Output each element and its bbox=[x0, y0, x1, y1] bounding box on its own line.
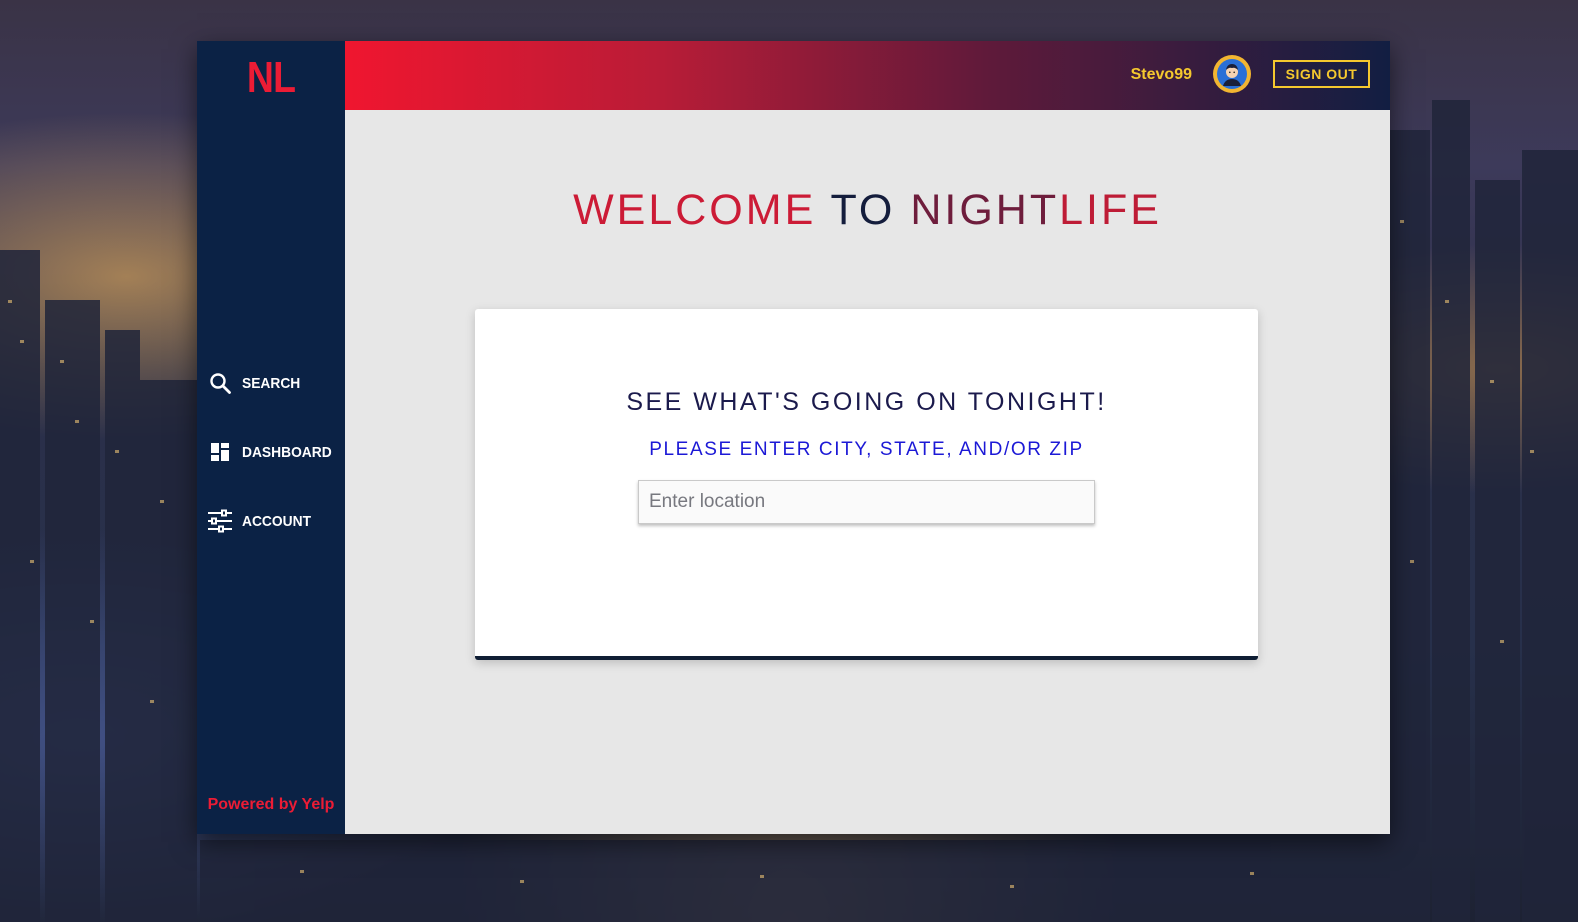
username-label: Stevo99 bbox=[1130, 66, 1192, 83]
search-card: SEE WHAT'S GOING ON TONIGHT! PLEASE ENTE… bbox=[475, 309, 1258, 660]
card-title: SEE WHAT'S GOING ON TONIGHT! bbox=[626, 388, 1107, 416]
sidebar-item-dashboard[interactable]: DASHBOARD bbox=[207, 437, 340, 467]
app-window: NL SEARCH DASHBOARD ACCOUNT Powered by Y… bbox=[197, 41, 1390, 834]
sidebar-item-account[interactable]: ACCOUNT bbox=[207, 506, 317, 536]
sidebar-item-label: DASHBOARD bbox=[242, 443, 332, 461]
avatar-icon[interactable] bbox=[1213, 55, 1251, 93]
sidebar-item-label: ACCOUNT bbox=[242, 512, 311, 530]
title-word: WELCOME bbox=[573, 186, 817, 234]
sidebar-item-label: SEARCH bbox=[242, 374, 301, 392]
powered-by-yelp-link[interactable]: Powered by Yelp bbox=[197, 796, 345, 814]
main-content: WELCOME TO NIGHTLIFE SEE WHAT'S GOING ON… bbox=[345, 110, 1390, 834]
title-word: NIGHT bbox=[910, 186, 1060, 234]
top-bar: Stevo99 SIGN OUT bbox=[345, 41, 1390, 110]
search-icon bbox=[207, 370, 233, 396]
dashboard-icon bbox=[207, 439, 233, 465]
page-title: WELCOME TO NIGHTLIFE bbox=[345, 186, 1390, 235]
card-subtitle: PLEASE ENTER CITY, STATE, AND/OR ZIP bbox=[649, 439, 1084, 460]
title-word: LIFE bbox=[1059, 186, 1162, 234]
sidebar: NL SEARCH DASHBOARD ACCOUNT Powered by Y… bbox=[197, 41, 345, 834]
location-input[interactable] bbox=[638, 480, 1095, 524]
app-logo[interactable]: NL bbox=[208, 53, 334, 103]
sliders-icon bbox=[207, 508, 233, 534]
sidebar-item-search[interactable]: SEARCH bbox=[207, 368, 305, 398]
title-word: TO bbox=[830, 186, 896, 234]
sign-out-button[interactable]: SIGN OUT bbox=[1273, 60, 1370, 88]
